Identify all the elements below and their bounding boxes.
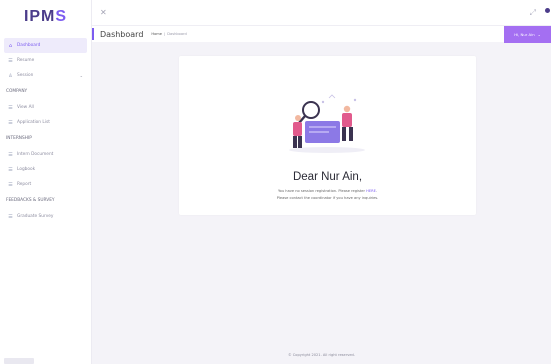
user-menu-button[interactable]: Hi, Nur Ain ⌄ xyxy=(504,26,551,43)
register-here-link[interactable]: HERE xyxy=(366,189,376,193)
list-icon: ☰ xyxy=(8,166,13,173)
sidebar-item-label: Logbook xyxy=(17,167,36,172)
sidebar-item-view-all[interactable]: ☰ View All xyxy=(4,100,87,115)
user-icon: ♙ xyxy=(8,72,13,79)
sidebar-item-label: Resume xyxy=(17,58,35,63)
greeting-heading: Dear Nur Ain, xyxy=(292,171,363,183)
list-icon: ☰ xyxy=(8,181,13,188)
fullscreen-icon[interactable]: ⤢ xyxy=(530,8,536,18)
nav-section-company: COMPANY xyxy=(6,89,28,94)
sidebar-item-label: Graduate Survey xyxy=(17,214,54,219)
home-icon: ⌂ xyxy=(8,42,13,49)
sidebar-item-resume[interactable]: ☰ Resume xyxy=(4,53,87,68)
footer: © Copyright 2021. All right reserved. xyxy=(288,353,355,357)
sidebar-item-label: Intern Document xyxy=(17,152,54,157)
list-icon: ☰ xyxy=(8,213,13,220)
sidebar-item-label: Dashboard xyxy=(17,43,41,48)
app-logo[interactable]: IPM S xyxy=(0,0,91,34)
breadcrumb-separator: | xyxy=(164,32,166,36)
sidebar-item-session[interactable]: ♙ Session ⌄ xyxy=(4,68,87,83)
sidebar-item-label: Application List xyxy=(17,120,50,125)
notification-dot-icon[interactable] xyxy=(545,8,550,13)
sidebar-item-logbook[interactable]: ☰ Logbook xyxy=(4,162,87,177)
top-bar: ✕ ⤢ xyxy=(92,0,551,25)
welcome-card: Dear Nur Ain, You have no session regist… xyxy=(179,56,476,215)
list-icon: ☰ xyxy=(8,104,13,111)
user-greeting: Hi, Nur Ain xyxy=(514,32,535,37)
sidebar-item-application-list[interactable]: ☰ Application List xyxy=(4,115,87,130)
nav-section-feedback: FEEDBACKS & SURVEY xyxy=(6,198,55,203)
nav-section-internship: INTERNSHIP xyxy=(6,136,32,141)
chevron-down-icon: ⌄ xyxy=(537,32,541,37)
sidebar: IPM S ⌂ Dashboard ☰ Resume ♙ Session ⌄ CO… xyxy=(0,0,92,364)
page-header: Dashboard Home | Dashboard Hi, Nur Ain ⌄ xyxy=(92,25,551,43)
list-icon: ☰ xyxy=(8,57,13,64)
registration-message: You have no session registration. Please… xyxy=(277,189,378,193)
sidebar-item-label: Session xyxy=(17,73,34,78)
sidebar-item-label: View All xyxy=(17,105,34,110)
page-title: Dashboard xyxy=(100,29,144,39)
sidebar-item-intern-document[interactable]: ☰ Intern Document xyxy=(4,147,87,162)
contact-message: Please contact the coordinator if you ha… xyxy=(276,196,379,200)
sidebar-item-graduate-survey[interactable]: ☰ Graduate Survey xyxy=(4,209,87,224)
sidebar-item-dashboard[interactable]: ⌂ Dashboard xyxy=(4,38,87,53)
corner-badge xyxy=(4,358,34,364)
list-icon: ☰ xyxy=(8,151,13,158)
list-icon: ☰ xyxy=(8,119,13,126)
breadcrumb-current: Dashboard xyxy=(167,32,187,36)
registration-illustration xyxy=(289,94,365,153)
breadcrumb-home[interactable]: Home xyxy=(151,32,162,36)
sidebar-item-label: Report xyxy=(17,182,32,187)
title-accent-bar xyxy=(92,28,94,40)
sidebar-item-report[interactable]: ☰ Report xyxy=(4,177,87,192)
chevron-down-icon: ⌄ xyxy=(79,73,83,78)
breadcrumb: Home | Dashboard xyxy=(151,32,186,36)
close-icon[interactable]: ✕ xyxy=(100,8,107,17)
